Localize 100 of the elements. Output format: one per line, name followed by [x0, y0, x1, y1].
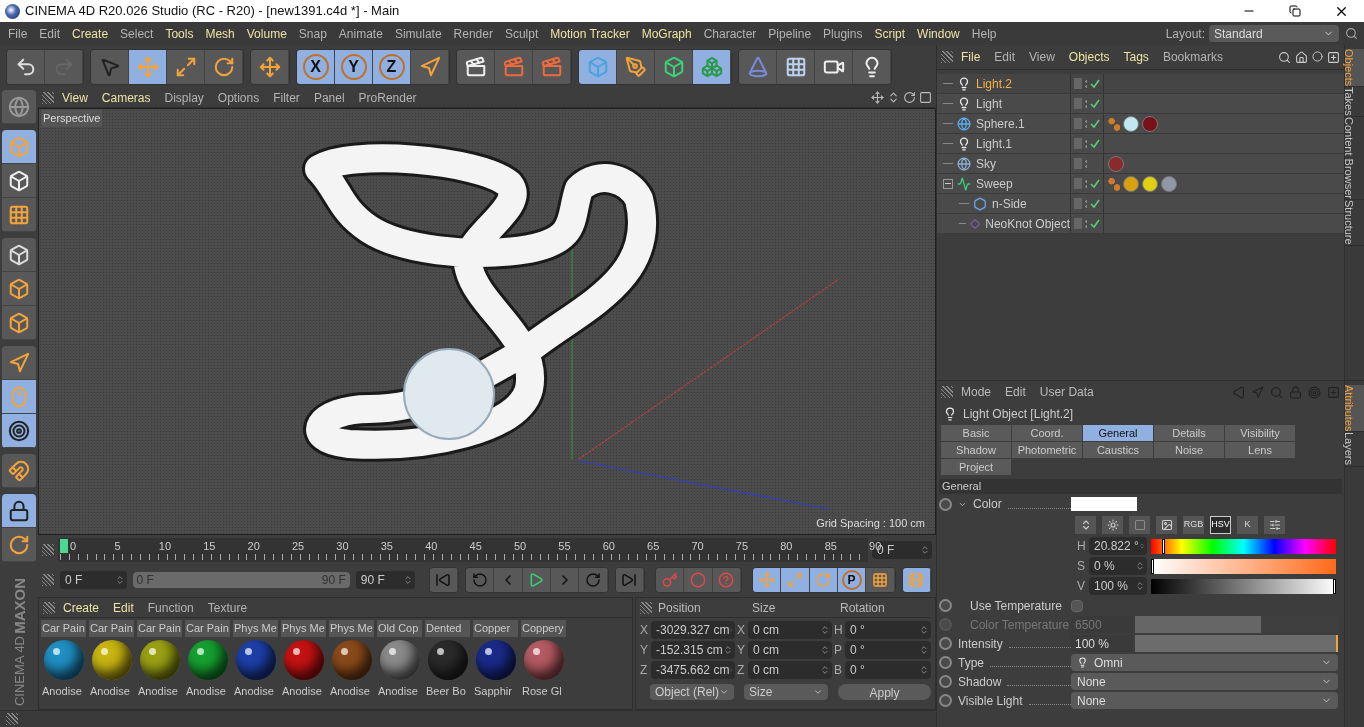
workplane-tool-button[interactable] — [2, 198, 36, 232]
menu-item[interactable]: Cameras — [95, 88, 157, 107]
number-field[interactable]: 0 cm — [748, 641, 832, 659]
play-button[interactable] — [522, 568, 551, 592]
cube-button[interactable] — [579, 49, 617, 84]
polygons-tool-button[interactable] — [2, 306, 36, 340]
number-field[interactable]: 0 F — [60, 571, 127, 589]
object-name[interactable]: Light.2 — [976, 74, 1013, 93]
object-name[interactable]: NeoKnot Object — [985, 214, 1070, 233]
menu-item[interactable]: ProRender — [352, 88, 423, 107]
menu-item[interactable]: Select — [114, 24, 160, 43]
menu-item[interactable]: Panel — [307, 88, 351, 107]
prev-key-button[interactable] — [466, 568, 495, 592]
menu-item[interactable]: File — [955, 48, 987, 66]
coords-button[interactable] — [411, 49, 449, 84]
tab[interactable]: Caustics — [1083, 442, 1153, 458]
menu-item[interactable]: Help — [965, 24, 1003, 43]
first-button[interactable] — [429, 568, 458, 592]
phong-tag-icon[interactable] — [1108, 116, 1120, 131]
tab[interactable]: Photometric — [1012, 442, 1082, 458]
menu-item[interactable]: Edit — [999, 383, 1032, 401]
floor-button[interactable] — [777, 49, 815, 84]
menu-item[interactable]: View — [1023, 48, 1061, 66]
side-tab[interactable]: Layers — [1345, 432, 1364, 467]
color-mode-button[interactable]: RGB — [1183, 516, 1204, 534]
magnet-tool-button[interactable] — [2, 454, 36, 488]
object-name[interactable]: Light — [976, 94, 1003, 113]
sync-grid-tool-button[interactable] — [2, 528, 36, 562]
menu-item[interactable]: Display — [158, 88, 210, 107]
phong-tag-icon[interactable] — [1108, 176, 1120, 191]
side-tab[interactable]: Objects — [1345, 49, 1364, 88]
menu-item[interactable]: Plugins — [817, 24, 869, 43]
material-tag[interactable] — [1161, 175, 1177, 192]
color-mode-button[interactable]: K — [1237, 516, 1258, 534]
menu-item[interactable]: Snap — [292, 24, 333, 43]
menu-item[interactable]: Bookmarks — [1156, 48, 1229, 66]
last-button[interactable] — [615, 568, 644, 592]
move-button[interactable] — [129, 49, 167, 84]
number-field[interactable]: 100 % — [1089, 577, 1147, 595]
record-button[interactable] — [656, 568, 685, 592]
tab[interactable]: Details — [1154, 425, 1224, 441]
rotate-button[interactable] — [809, 568, 838, 592]
menu-item[interactable]: Objects — [1062, 48, 1116, 66]
number-field[interactable]: 0 % — [1089, 557, 1147, 575]
number-field[interactable]: 0 ° — [845, 661, 931, 679]
menu-item[interactable]: Tags — [1117, 48, 1155, 66]
menu-item[interactable]: Script — [868, 24, 912, 43]
help-button[interactable] — [712, 568, 741, 592]
globe-tool-button[interactable] — [2, 90, 36, 124]
menu-item[interactable]: Function — [141, 598, 200, 617]
number-field[interactable]: 0 ° — [845, 621, 931, 639]
scale-button[interactable] — [781, 568, 810, 592]
axis-tool-button[interactable] — [2, 346, 36, 380]
pan-icon[interactable] — [871, 91, 884, 104]
mouse-tool-button[interactable] — [2, 380, 36, 414]
image-mode-button[interactable] — [1156, 516, 1177, 534]
object-name[interactable]: Sweep — [976, 174, 1013, 193]
side-tab[interactable]: Content Browser — [1345, 117, 1364, 200]
mode-dropdown[interactable]: Object (Rel) — [650, 684, 734, 700]
slider-thumb[interactable] — [1161, 538, 1165, 554]
menu-item[interactable]: Volume — [240, 24, 293, 43]
tab[interactable]: Project — [941, 459, 1011, 475]
menu-item[interactable]: Texture — [201, 598, 254, 617]
render-button[interactable] — [495, 49, 533, 84]
color-mode-button[interactable]: HSV — [1210, 516, 1231, 534]
ellipse-icon[interactable] — [1312, 50, 1323, 62]
number-field[interactable]: -3475.662 cm — [651, 661, 735, 679]
menu-item[interactable]: Mesh — [199, 24, 241, 43]
edges-tool-button[interactable] — [2, 272, 36, 306]
material-swatch[interactable]: Copper Sapphir — [473, 620, 518, 699]
tab[interactable]: General — [1083, 425, 1153, 441]
light-button[interactable] — [853, 49, 891, 84]
number-field[interactable]: 20.822 ° — [1089, 537, 1147, 555]
axis-lock-button[interactable]: Y — [335, 49, 373, 84]
menu-item[interactable]: View — [56, 88, 94, 107]
menu-item[interactable]: Pipeline — [762, 24, 818, 43]
model-tool-button[interactable] — [2, 130, 36, 164]
expand-toggle[interactable] — [943, 178, 953, 189]
number-field[interactable]: -152.315 cm — [651, 641, 735, 659]
side-tab[interactable]: Takes — [1345, 87, 1364, 118]
number-field[interactable]: 90 F — [355, 571, 415, 589]
move-button[interactable] — [753, 568, 782, 592]
subdivision-button[interactable] — [655, 49, 693, 84]
tab[interactable]: Noise — [1154, 442, 1224, 458]
material-tag[interactable] — [1123, 175, 1139, 192]
menu-item[interactable]: Render — [447, 24, 499, 43]
dropdown[interactable]: None — [1071, 673, 1338, 690]
undo-button[interactable] — [7, 49, 45, 84]
object-name[interactable]: Light.1 — [976, 134, 1013, 153]
size-dropdown[interactable]: Size — [744, 684, 828, 700]
home-icon[interactable] — [1295, 50, 1308, 64]
menu-item[interactable]: Simulate — [388, 24, 448, 43]
menu-item[interactable]: Animate — [332, 24, 389, 43]
number-field[interactable]: 0 ° — [845, 641, 931, 659]
pen-button[interactable] — [617, 49, 655, 84]
object-name[interactable]: n-Side — [992, 194, 1027, 213]
layout-dropdown[interactable]: Standard — [1209, 25, 1339, 42]
tab[interactable]: Lens — [1225, 442, 1295, 458]
side-tab[interactable]: Attributes — [1345, 385, 1364, 433]
scale-button[interactable] — [167, 49, 205, 84]
